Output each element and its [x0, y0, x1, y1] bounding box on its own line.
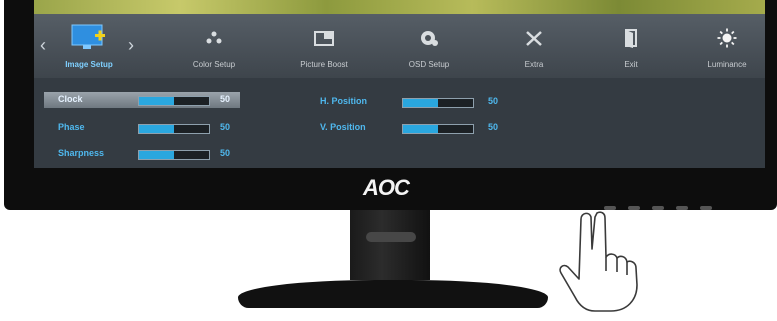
tab-picture-boost[interactable]: Picture Boost — [286, 14, 362, 78]
tab-luminance[interactable]: Luminance — [694, 14, 760, 78]
power-button[interactable] — [700, 206, 712, 210]
setting-slider[interactable] — [138, 150, 210, 160]
osd-tab-bar: ‹ › Image Setup Color Setup Picture Boos… — [34, 14, 765, 79]
slider-fill — [403, 99, 438, 107]
monitor-stand-base — [238, 280, 548, 308]
setting-row-clock[interactable]: Clock 50 — [44, 92, 240, 108]
picture-boost-icon — [314, 31, 334, 46]
osd-settings-panel: Clock 50 Phase 50 Sharpness 50 H. Positi… — [34, 78, 765, 168]
setting-row-v-position[interactable]: V. Position 50 — [306, 120, 506, 136]
setting-label: H. Position — [320, 96, 367, 106]
tab-extra[interactable]: Extra — [504, 14, 564, 78]
setting-value: 50 — [220, 94, 231, 104]
tab-label: Extra — [524, 60, 544, 69]
slider-fill — [403, 125, 438, 133]
stand-highlight — [366, 232, 416, 242]
setting-value: 50 — [488, 122, 499, 132]
slider-fill — [139, 97, 174, 105]
setting-value: 50 — [488, 96, 499, 106]
tab-label: Picture Boost — [300, 60, 348, 69]
setting-slider[interactable] — [402, 124, 474, 134]
setting-label: Clock — [58, 94, 83, 104]
tab-osd-setup[interactable]: OSD Setup — [396, 14, 462, 78]
tab-exit[interactable]: Exit — [606, 14, 656, 78]
monitor-image-setup-icon — [71, 24, 105, 49]
brand-logo: AOC — [363, 175, 410, 200]
bezel-button[interactable] — [676, 206, 688, 210]
setting-value: 50 — [220, 148, 231, 158]
tab-label: Exit — [624, 60, 638, 69]
setting-label: Sharpness — [58, 148, 105, 158]
setting-slider[interactable] — [138, 96, 210, 106]
slider-fill — [139, 125, 174, 133]
setting-label: V. Position — [320, 122, 366, 132]
setting-slider[interactable] — [138, 124, 210, 134]
setting-row-sharpness[interactable]: Sharpness 50 — [44, 146, 240, 162]
pointing-hand-icon — [559, 211, 638, 312]
exit-door-icon — [625, 29, 637, 48]
tools-extra-icon — [526, 31, 542, 46]
slider-fill — [139, 151, 174, 159]
tab-label: Luminance — [707, 60, 747, 69]
tab-color-setup[interactable]: Color Setup — [179, 14, 249, 78]
sun-luminance-icon — [717, 28, 737, 48]
setting-slider[interactable] — [402, 98, 474, 108]
setting-value: 50 — [220, 122, 231, 132]
setting-label: Phase — [58, 122, 85, 132]
setting-row-phase[interactable]: Phase 50 — [44, 120, 240, 136]
tab-label: OSD Setup — [408, 60, 450, 69]
desktop-wallpaper — [34, 0, 765, 14]
monitor-stand-neck — [350, 210, 430, 280]
tab-image-setup[interactable]: Image Setup — [44, 14, 134, 78]
monitor-screen: ‹ › Image Setup Color Setup Picture Boos… — [34, 0, 765, 168]
osd-setup-icon — [421, 31, 438, 46]
color-dots-icon — [206, 31, 222, 44]
tab-label: Color Setup — [192, 60, 236, 69]
tab-label: Image Setup — [65, 60, 113, 69]
setting-row-h-position[interactable]: H. Position 50 — [306, 94, 506, 110]
